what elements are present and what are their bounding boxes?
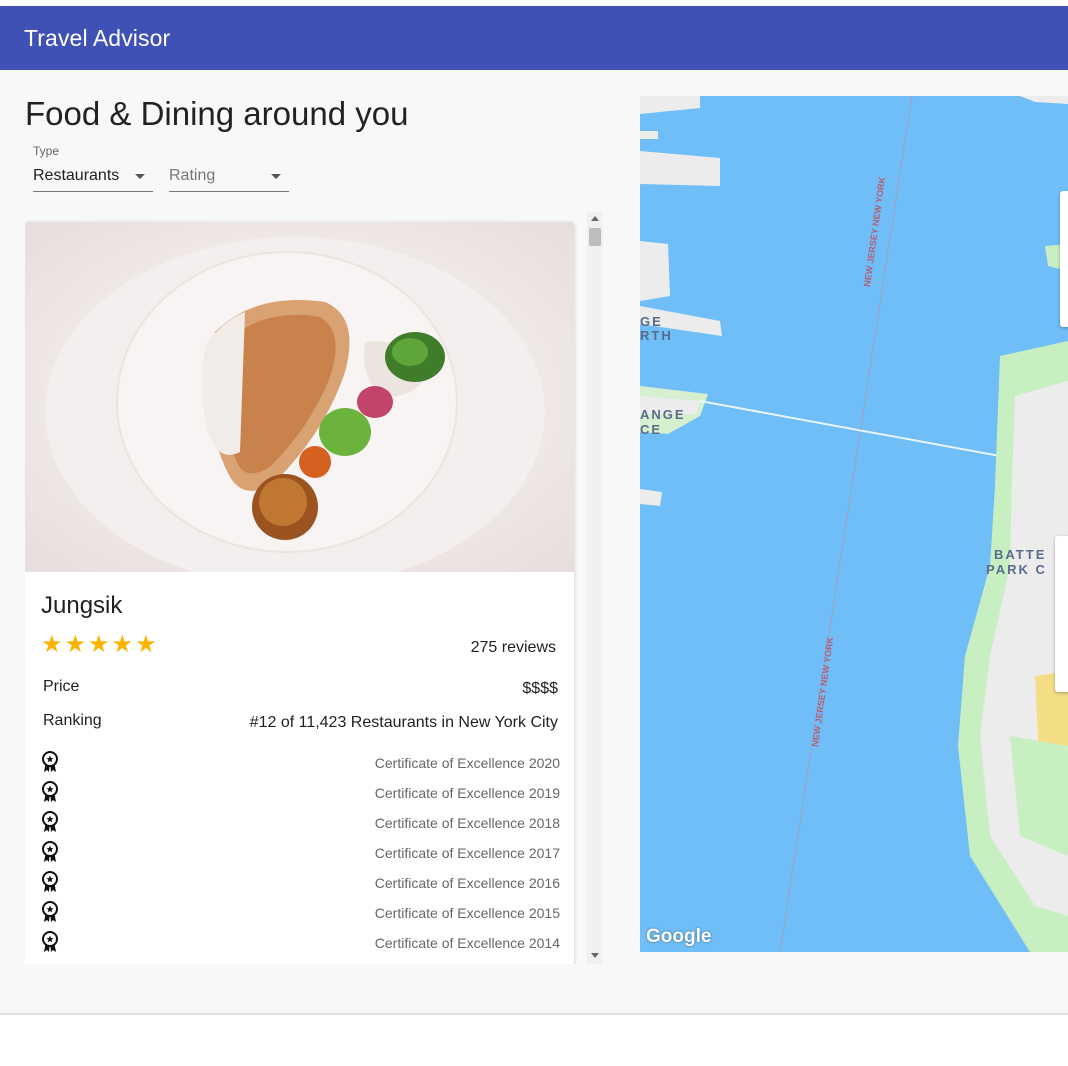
place-card[interactable]: Jungsik ★ ★ ★ ★ ★ 275 reviews Price $$$$… — [25, 222, 574, 964]
type-select-label: Type — [33, 144, 60, 158]
app-title: Travel Advisor — [24, 24, 171, 51]
star-icon: ★ — [135, 631, 157, 658]
type-select-value: Restaurants — [33, 167, 120, 184]
google-logo: Google — [646, 926, 712, 947]
award-text: Certificate of Excellence 2015 — [374, 905, 560, 921]
price-label: Price — [43, 678, 80, 695]
award-row: Certificate of Excellence 2016 — [41, 871, 560, 895]
price-value: $$$$ — [522, 680, 558, 697]
award-row: Certificate of Excellence 2018 — [41, 811, 560, 835]
map-label: CE — [640, 422, 663, 437]
map[interactable]: GE RTH ANGE CE BATTE PARK C NEW JERSEY N… — [640, 96, 1068, 952]
review-count: 275 reviews — [470, 639, 556, 656]
star-icon: ★ — [88, 631, 110, 658]
page-heading: Food & Dining around you — [25, 95, 409, 132]
award-text: Certificate of Excellence 2018 — [374, 815, 560, 831]
rating-select-underline — [169, 191, 289, 192]
award-row: Certificate of Excellence 2014 — [41, 931, 560, 955]
app-bar: Travel Advisor — [0, 6, 1068, 70]
award-row: Certificate of Excellence 2019 — [41, 781, 560, 805]
chevron-down-icon — [271, 174, 281, 179]
award-text: Certificate of Excellence 2020 — [374, 755, 560, 771]
places-list[interactable]: Jungsik ★ ★ ★ ★ ★ 275 reviews Price $$$$… — [25, 212, 603, 964]
award-text: Certificate of Excellence 2019 — [374, 785, 560, 801]
scroll-up-icon[interactable] — [591, 216, 599, 221]
award-row: Certificate of Excellence 2017 — [41, 841, 560, 865]
place-photo — [25, 222, 574, 587]
rating-select-placeholder: Rating — [169, 167, 216, 184]
footer-divider — [0, 1013, 1068, 1015]
map-label: RTH — [640, 328, 673, 343]
award-row: Certificate of Excellence 2015 — [41, 901, 560, 925]
list-scrollbar[interactable] — [587, 212, 603, 964]
scroll-down-icon[interactable] — [591, 953, 599, 958]
type-select[interactable]: Type Restaurants — [33, 142, 153, 192]
star-icon: ★ — [111, 631, 134, 658]
map-label: ANGE — [640, 407, 686, 422]
map-place-marker[interactable] — [1060, 191, 1068, 327]
map-label: GE — [640, 314, 663, 329]
map-label: BATTE — [994, 547, 1047, 562]
award-text: Certificate of Excellence 2017 — [374, 845, 560, 861]
place-name: Jungsik — [41, 592, 123, 619]
award-row: Certificate of Excellence 2020 — [41, 751, 560, 775]
rating-stars: ★ ★ ★ ★ ★ — [41, 633, 157, 657]
award-text: Certificate of Excellence 2016 — [374, 875, 560, 891]
scroll-thumb[interactable] — [589, 228, 601, 246]
map-label: PARK C — [986, 562, 1047, 577]
ranking-value: #12 of 11,423 Restaurants in New York Ci… — [249, 714, 558, 731]
star-icon: ★ — [64, 631, 87, 658]
food-image — [45, 237, 545, 587]
type-select-underline — [33, 191, 153, 192]
ranking-label: Ranking — [43, 712, 102, 729]
map-place-marker[interactable] — [1055, 536, 1068, 692]
rating-select[interactable]: Rating — [169, 142, 289, 192]
chevron-down-icon — [135, 174, 145, 179]
map-tiles — [640, 96, 1068, 952]
award-text: Certificate of Excellence 2014 — [374, 935, 560, 951]
star-icon: ★ — [41, 631, 63, 658]
